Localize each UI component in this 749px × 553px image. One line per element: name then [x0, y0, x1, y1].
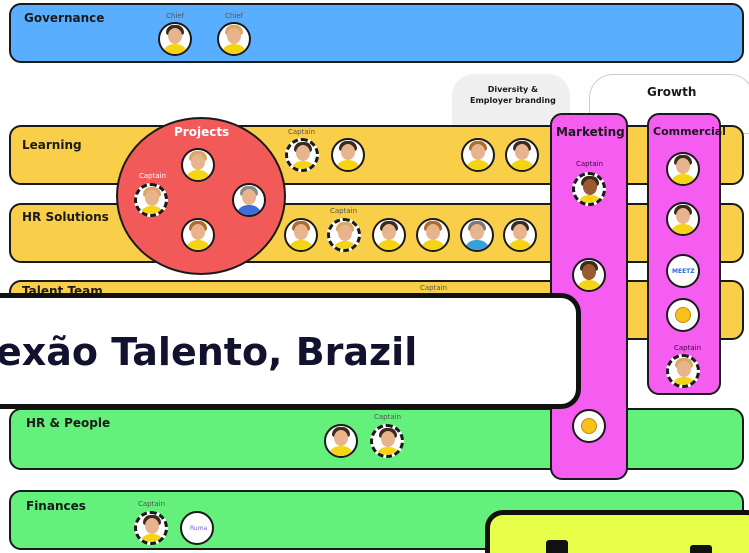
learning-avatar-1 — [331, 138, 365, 172]
chief-avatar-2 — [217, 22, 251, 56]
projects-captain-avatar — [134, 183, 168, 217]
chief-avatar-1 — [158, 22, 192, 56]
hr-solutions-avatar-2 — [372, 218, 406, 252]
chief-label-2: Chief — [225, 12, 244, 20]
corner-card-glyph-2 — [690, 545, 712, 553]
marketing-avatar-1 — [572, 258, 606, 292]
learning-avatar-2 — [461, 138, 495, 172]
captain-label-talent: Captain — [420, 284, 448, 292]
growth-label: Growth — [647, 85, 697, 99]
captain-label-finances: Captain — [138, 500, 166, 508]
marketing-captain-avatar — [572, 172, 606, 206]
projects-avatar-2 — [232, 183, 266, 217]
governance-band — [9, 3, 744, 63]
projects-label: Projects — [174, 125, 230, 139]
learning-avatar-3 — [505, 138, 539, 172]
captain-label-commercial: Captain — [674, 344, 702, 352]
finances-captain-avatar — [134, 511, 168, 545]
meetz-logo-text: MEETZ — [672, 268, 695, 275]
commercial-avatar-2 — [666, 202, 700, 236]
marketing-label: Marketing — [556, 125, 625, 139]
chief-label-1: Chief — [166, 12, 185, 20]
captain-label-hr-people: Captain — [374, 413, 402, 421]
projects-avatar-3 — [181, 218, 215, 252]
hr-solutions-label: HR Solutions — [22, 210, 109, 224]
banner-title: exão Talento, Brazil — [0, 330, 418, 374]
captain-label-projects: Captain — [139, 172, 167, 180]
hr-people-avatar-1 — [324, 424, 358, 458]
commercial-captain-avatar — [666, 354, 700, 388]
hr-solutions-avatar-5 — [503, 218, 537, 252]
commercial-avatar-1 — [666, 152, 700, 186]
captain-label-learning: Captain — [288, 128, 316, 136]
ruma-logo: Ruma — [180, 511, 214, 545]
captain-label-hr-solutions: Captain — [330, 207, 358, 215]
governance-label: Governance — [24, 11, 105, 25]
meetz-logo: MEETZ — [666, 254, 700, 288]
hr-people-label: HR & People — [26, 416, 111, 430]
captain-label-marketing: Captain — [576, 160, 604, 168]
projects-avatar-1 — [181, 148, 215, 182]
finances-label: Finances — [26, 499, 86, 513]
learning-captain-avatar — [285, 138, 319, 172]
hr-people-captain-avatar — [370, 424, 404, 458]
commercial-label: Commercial — [653, 125, 726, 138]
hr-solutions-avatar-3 — [416, 218, 450, 252]
learning-label: Learning — [22, 138, 82, 152]
hr-solutions-avatar-1 — [284, 218, 318, 252]
diversity-label: Diversity & Employer branding — [470, 85, 556, 105]
corner-card-glyph-1 — [546, 540, 568, 553]
commercial-emoji-badge — [666, 298, 700, 332]
ruma-logo-text: Ruma — [190, 525, 208, 532]
hr-solutions-captain-avatar — [327, 218, 361, 252]
marketing-emoji-badge — [572, 409, 606, 443]
hr-solutions-avatar-4 — [460, 218, 494, 252]
